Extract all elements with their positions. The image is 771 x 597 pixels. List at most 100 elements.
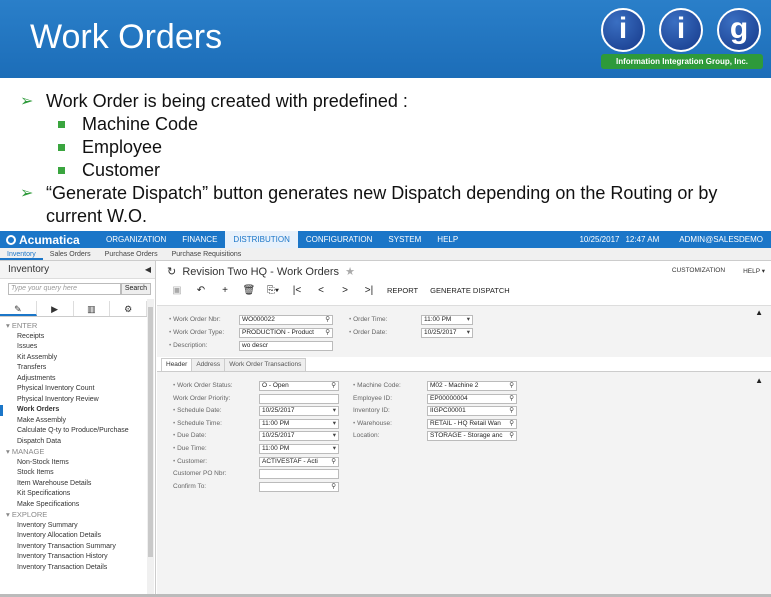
- next-record-icon[interactable]: >: [333, 285, 357, 296]
- customer-field[interactable]: ACTIVESTAF - Acti ⚲: [259, 456, 339, 467]
- undo-icon[interactable]: ↶: [189, 285, 213, 296]
- employee-id-field[interactable]: EP00000004 ⚲: [427, 393, 517, 404]
- search-icon[interactable]: ⚲: [509, 382, 514, 390]
- sidebar-item[interactable]: Inventory Allocation Details: [0, 531, 147, 542]
- last-record-icon[interactable]: >|: [357, 285, 381, 296]
- play-icon[interactable]: ▶: [37, 301, 74, 316]
- sidebar-item[interactable]: Non-Stock Items: [0, 458, 147, 469]
- report-button[interactable]: REPORT: [381, 286, 424, 295]
- order-time-field[interactable]: 11:00 PM ▾: [421, 315, 473, 325]
- report-icon[interactable]: ▥: [74, 301, 111, 316]
- inventory-id-field[interactable]: IIGPC00001 ⚲: [427, 406, 517, 417]
- collapse-header-icon[interactable]: ▲: [755, 308, 763, 317]
- pencil-icon[interactable]: ✎: [0, 301, 37, 316]
- description-field[interactable]: wo descr: [239, 341, 333, 351]
- work-order-priority-field[interactable]: [259, 393, 339, 404]
- menu-item-help[interactable]: HELP: [429, 231, 466, 248]
- sidebar-section-enter[interactable]: ▾ ENTER: [0, 321, 147, 332]
- sidebar-item[interactable]: Kit Specifications: [0, 489, 147, 500]
- menu-item-distribution[interactable]: DISTRIBUTION: [225, 231, 298, 248]
- first-record-icon[interactable]: |<: [285, 285, 309, 296]
- sidebar-item[interactable]: Issues: [0, 342, 147, 353]
- work-order-status-field[interactable]: O - Open ⚲: [259, 381, 339, 391]
- scrollbar-thumb[interactable]: [148, 307, 153, 557]
- form-row: Due Time: 11:00 PM▾: [173, 444, 343, 454]
- search-icon[interactable]: ⚲: [331, 382, 336, 390]
- main-menu: ORGANIZATION FINANCE DISTRIBUTION CONFIGURA…: [98, 231, 466, 248]
- form-row: Work Order Status: O - Open⚲: [173, 381, 343, 391]
- sidebar-item[interactable]: Make Assembly: [0, 416, 147, 427]
- subnav-item[interactable]: Sales Orders: [43, 248, 98, 260]
- sidebar-item[interactable]: Stock Items: [0, 468, 147, 479]
- add-icon[interactable]: +: [213, 285, 237, 296]
- schedule-time-field[interactable]: 11:00 PM ▾: [259, 418, 339, 429]
- collapse-sidebar-icon[interactable]: ◀: [145, 261, 151, 279]
- save-icon[interactable]: ▣: [165, 285, 189, 296]
- machine-code-field[interactable]: M02 - Machine 2 ⚲: [427, 381, 517, 391]
- customer-po-nbr-field[interactable]: [259, 469, 339, 480]
- sidebar-item[interactable]: Inventory Transaction History: [0, 552, 147, 563]
- sidebar-item[interactable]: Item Warehouse Details: [0, 479, 147, 490]
- sidebar-item[interactable]: Physical Inventory Review: [0, 395, 147, 406]
- work-order-type-field[interactable]: PRODUCTION - Product ⚲: [239, 328, 333, 338]
- search-icon[interactable]: ⚲: [331, 483, 336, 491]
- sidebar-item[interactable]: Calculate Q-ty to Produce/Purchase: [0, 426, 147, 437]
- previous-record-icon[interactable]: <: [309, 285, 333, 296]
- search-icon[interactable]: ⚲: [331, 458, 336, 466]
- sidebar-search-input[interactable]: Type your query here: [8, 283, 121, 295]
- copy-paste-icon[interactable]: ⎘▾: [261, 285, 285, 296]
- work-order-nbr-field[interactable]: WO000022 ⚲: [239, 315, 333, 325]
- sidebar-item[interactable]: Make Specifications: [0, 500, 147, 511]
- sidebar-item[interactable]: Inventory Summary: [0, 521, 147, 532]
- location-field[interactable]: STORAGE - Storage anc ⚲: [427, 431, 517, 442]
- subnav-item[interactable]: Purchase Requisitions: [165, 248, 249, 260]
- sidebar-section-manage[interactable]: ▾ MANAGE: [0, 447, 147, 458]
- confirm-to-field[interactable]: ⚲: [259, 481, 339, 492]
- sidebar-search-button[interactable]: Search: [120, 283, 151, 295]
- sidebar-section-explore[interactable]: ▾ EXPLORE: [0, 510, 147, 521]
- subnav-item[interactable]: Inventory: [0, 248, 43, 260]
- generate-dispatch-button[interactable]: GENERATE DISPATCH: [424, 286, 516, 295]
- acumatica-logo[interactable]: Acumatica: [6, 233, 80, 247]
- sidebar-item[interactable]: Kit Assembly: [0, 353, 147, 364]
- dropdown-icon[interactable]: ▾: [333, 432, 336, 440]
- search-icon[interactable]: ⚲: [509, 407, 514, 415]
- dropdown-icon[interactable]: ▾: [333, 445, 336, 453]
- menu-item-configuration[interactable]: CONFIGURATION: [298, 231, 381, 248]
- collapse-detail-icon[interactable]: ▲: [755, 376, 763, 385]
- top-nav: Acumatica ORGANIZATION FINANCE DISTRIBUTIO…: [0, 231, 771, 248]
- sidebar-item[interactable]: Work Orders: [0, 405, 147, 416]
- sidebar-item[interactable]: Dispatch Data: [0, 437, 147, 448]
- search-icon[interactable]: ⚲: [509, 395, 514, 403]
- subnav-item[interactable]: Purchase Orders: [98, 248, 165, 260]
- order-date-field[interactable]: 10/25/2017 ▾: [421, 328, 473, 338]
- menu-item-organization[interactable]: ORGANIZATION: [98, 231, 174, 248]
- menu-item-system[interactable]: SYSTEM: [380, 231, 429, 248]
- dropdown-icon[interactable]: ▾: [333, 407, 336, 415]
- sidebar-item[interactable]: Inventory Transaction Summary: [0, 542, 147, 553]
- customization-button[interactable]: CUSTOMIZATION: [672, 267, 725, 275]
- sidebar-item[interactable]: Inventory Transaction Details: [0, 563, 147, 574]
- due-date-field[interactable]: 10/25/2017 ▾: [259, 431, 339, 442]
- menu-item-finance[interactable]: FINANCE: [174, 231, 225, 248]
- sidebar-item[interactable]: Transfers: [0, 363, 147, 374]
- search-icon[interactable]: ⚲: [509, 420, 514, 428]
- refresh-icon[interactable]: ↻: [167, 266, 176, 278]
- schedule-date-field[interactable]: 10/25/2017 ▾: [259, 406, 339, 417]
- due-time-field[interactable]: 11:00 PM ▾: [259, 444, 339, 454]
- sidebar-scrollbar[interactable]: [147, 299, 154, 597]
- help-button[interactable]: HELP ▾: [743, 267, 765, 275]
- tab-address[interactable]: Address: [191, 358, 226, 372]
- sidebar-item[interactable]: Receipts: [0, 332, 147, 343]
- sidebar-item[interactable]: Physical Inventory Count: [0, 384, 147, 395]
- warehouse-field[interactable]: RETAIL - HQ Retail Wan ⚲: [427, 418, 517, 429]
- delete-icon[interactable]: 🗑: [237, 285, 261, 296]
- tab-header[interactable]: Header: [161, 358, 193, 372]
- gear-icon[interactable]: ⚙: [110, 301, 147, 316]
- favorite-star-icon[interactable]: ★: [345, 266, 355, 278]
- sidebar-item[interactable]: Adjustments: [0, 374, 147, 385]
- user-menu[interactable]: ADMIN@SALESDEMO: [679, 231, 763, 248]
- dropdown-icon[interactable]: ▾: [333, 420, 336, 428]
- tab-work-order-transactions[interactable]: Work Order Transactions: [224, 358, 307, 372]
- search-icon[interactable]: ⚲: [509, 432, 514, 440]
